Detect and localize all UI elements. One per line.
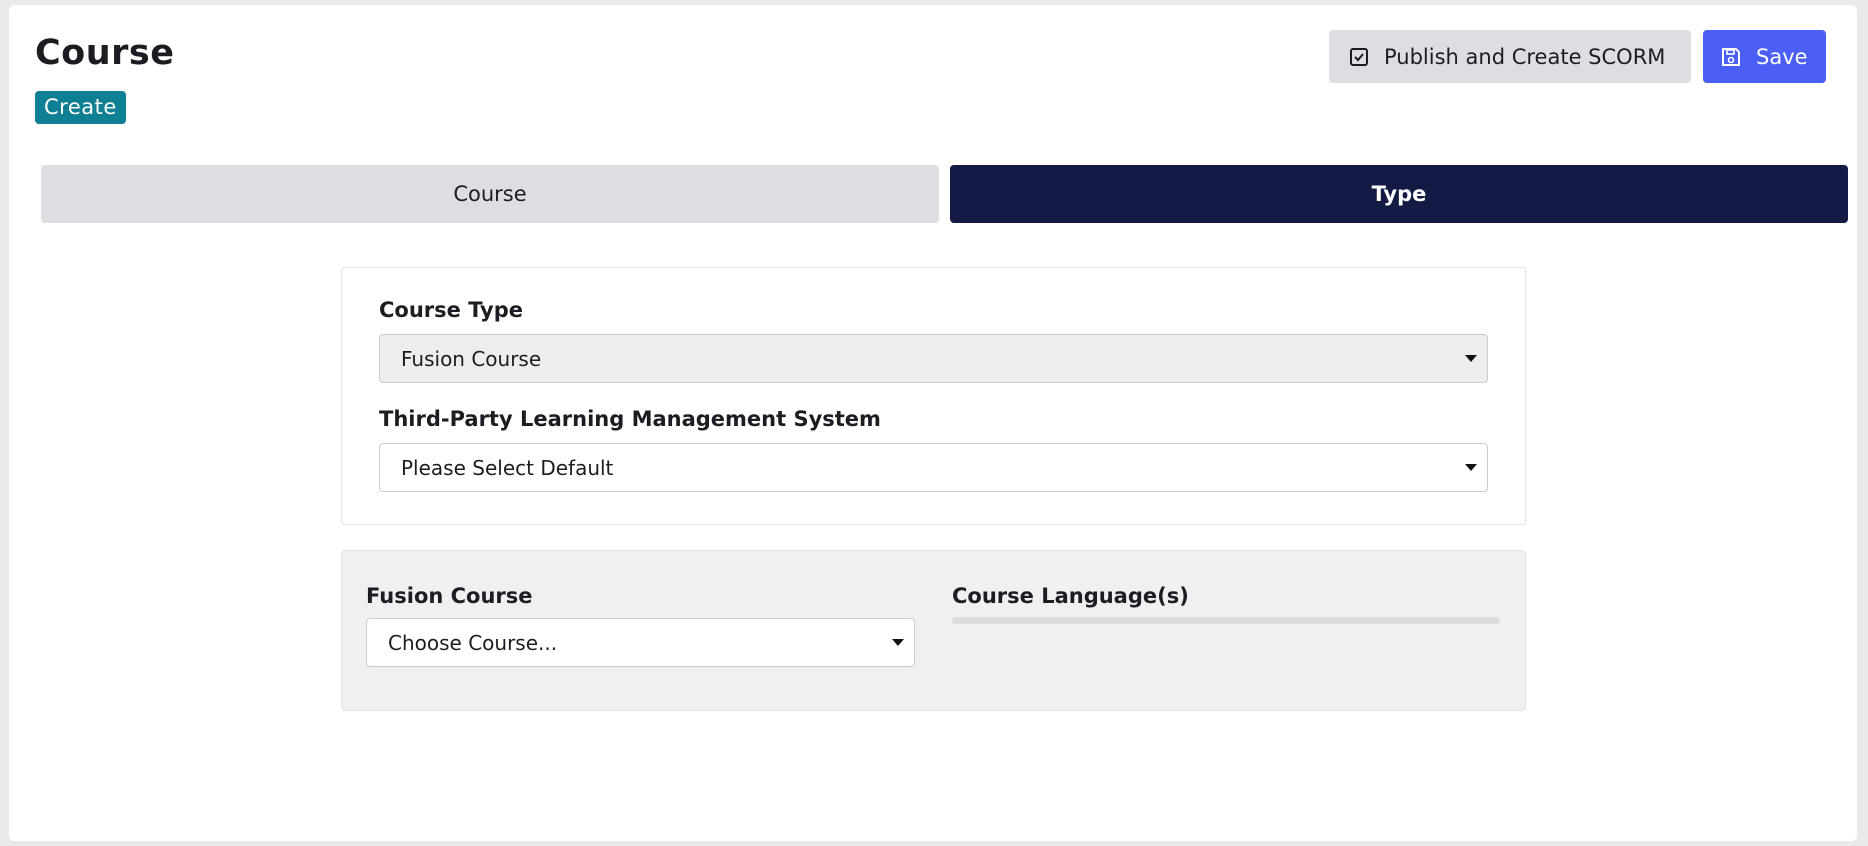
publish-scorm-label: Publish and Create SCORM [1384,44,1666,69]
status-badge: Create [35,91,126,124]
save-label: Save [1756,44,1808,69]
fusion-course-value: Choose Course... [388,630,558,655]
fusion-course-label: Fusion Course [366,584,533,608]
tab-course-label: Course [453,182,527,206]
course-type-value: Fusion Course [401,346,542,371]
lms-select[interactable]: Please Select Default [379,443,1488,492]
chevron-down-icon [892,639,904,646]
chevron-down-icon [1465,464,1477,471]
course-type-select[interactable]: Fusion Course [379,334,1488,383]
floppy-disk-icon [1720,46,1742,68]
checkbox-icon [1348,46,1370,68]
page-card: Course Create Publish and Create SCORM S… [9,5,1857,841]
course-type-label: Course Type [379,298,523,322]
tab-type-label: Type [1371,182,1427,206]
course-languages-label: Course Language(s) [952,584,1189,608]
lms-label: Third-Party Learning Management System [379,407,881,431]
course-languages-field[interactable] [952,617,1500,624]
tab-course[interactable]: Course [41,165,939,223]
chevron-down-icon [1465,355,1477,362]
tab-type[interactable]: Type [950,165,1848,223]
fusion-course-panel: Fusion Course Choose Course... Course La… [341,550,1526,711]
save-button[interactable]: Save [1703,30,1826,83]
course-type-panel: Course Type Fusion Course Third-Party Le… [341,267,1526,525]
lms-value: Please Select Default [401,455,614,480]
page-title: Course [35,33,175,73]
fusion-course-select[interactable]: Choose Course... [366,618,915,667]
publish-scorm-button[interactable]: Publish and Create SCORM [1329,30,1691,83]
